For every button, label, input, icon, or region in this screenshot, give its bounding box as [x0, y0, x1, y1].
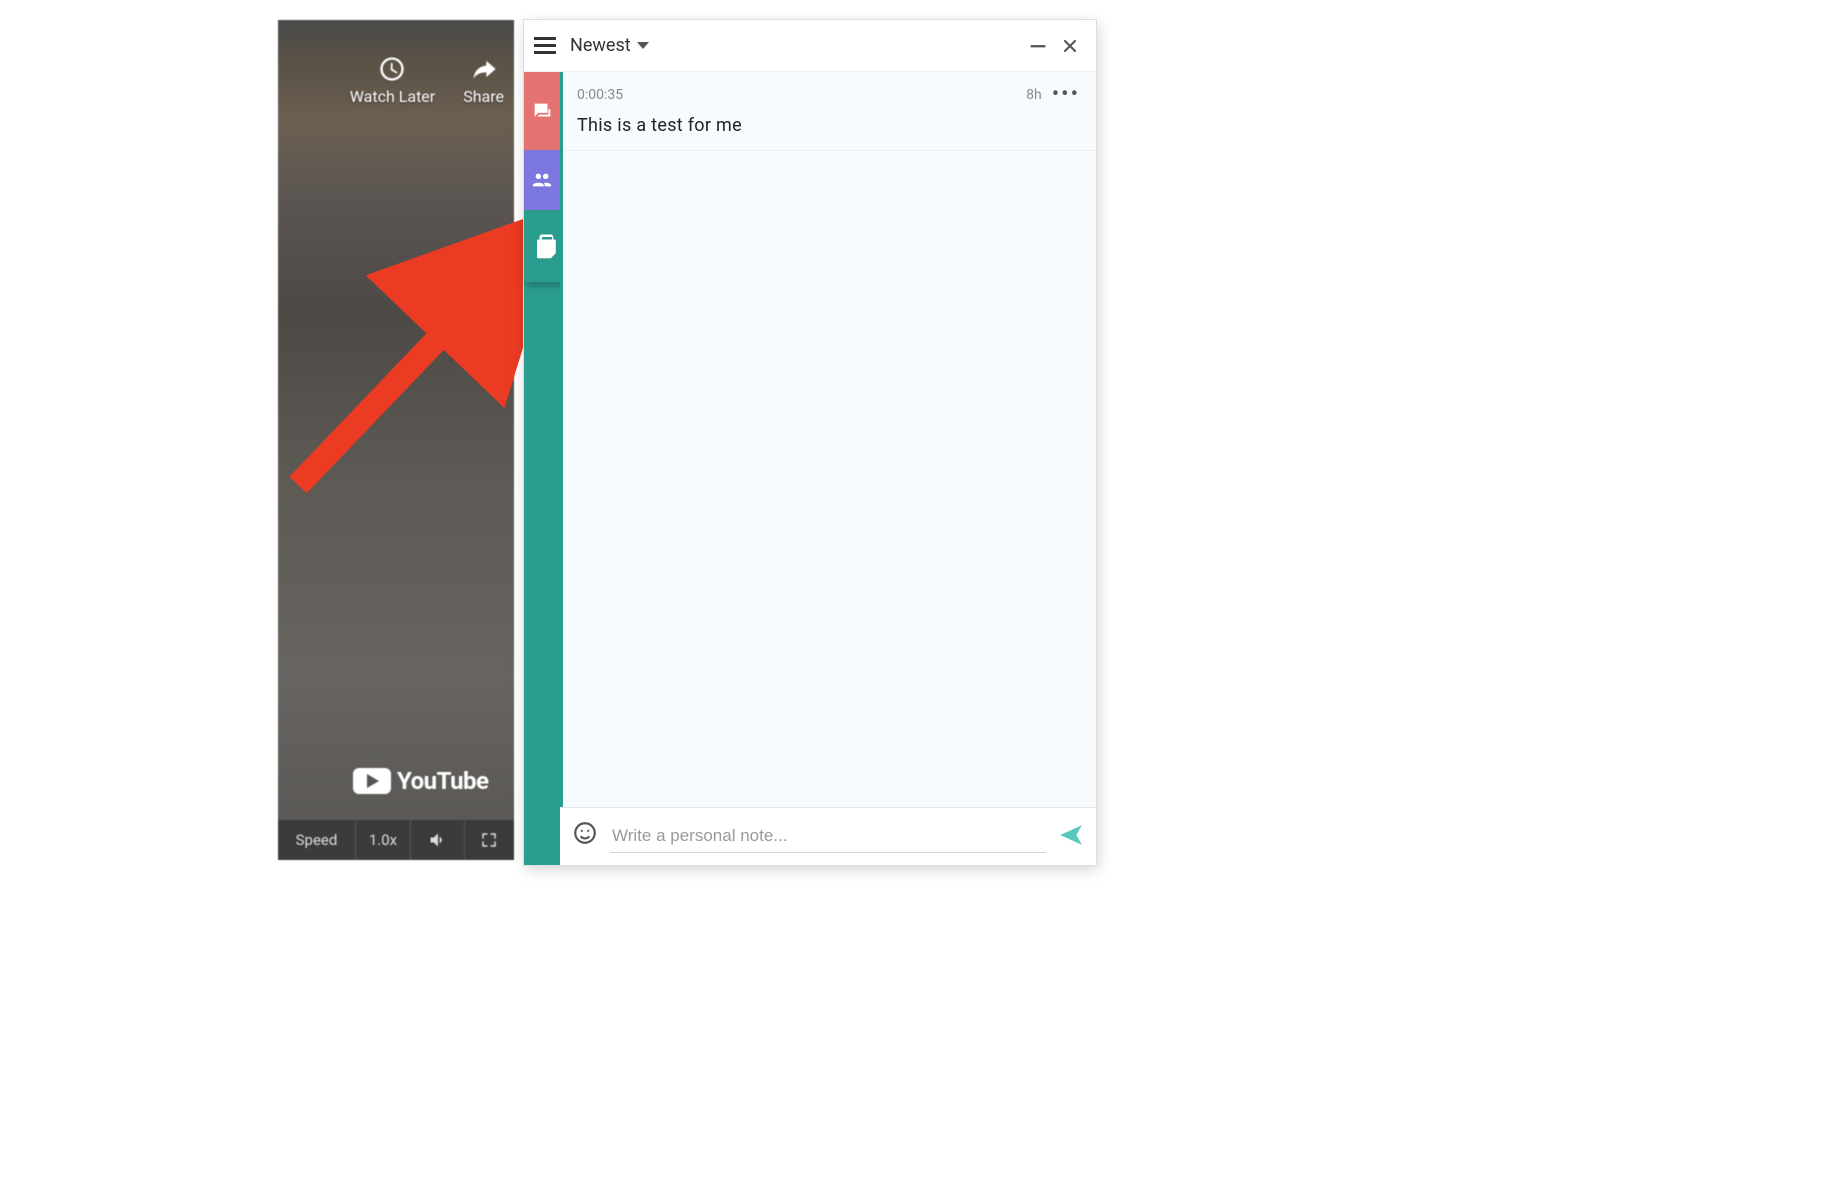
emoji-button[interactable] — [572, 820, 598, 853]
notes-list: 0:00:35 8h ••• This is a test for me — [560, 72, 1096, 807]
note-item[interactable]: 0:00:35 8h ••• This is a test for me — [563, 72, 1096, 151]
menu-button[interactable] — [528, 29, 562, 63]
emoji-icon — [572, 820, 598, 846]
video-bottom-bar: Speed 1.0x — [278, 820, 514, 860]
share-button[interactable]: Share — [463, 55, 504, 106]
tab-personal-notes[interactable] — [524, 210, 560, 865]
tab-group[interactable] — [524, 150, 560, 210]
chat-icon — [531, 100, 553, 122]
share-arrow-icon — [470, 55, 498, 83]
send-button[interactable] — [1058, 822, 1084, 852]
sort-label: Newest — [570, 35, 631, 56]
send-icon — [1058, 822, 1084, 848]
panel-header: Newest — [524, 20, 1096, 72]
clipboard-edit-icon — [532, 232, 562, 262]
speed-label[interactable]: Speed — [278, 820, 356, 860]
close-button[interactable] — [1054, 30, 1086, 62]
group-icon — [531, 169, 553, 191]
close-icon — [1060, 36, 1080, 56]
play-badge-icon — [353, 768, 391, 794]
sort-dropdown[interactable]: Newest — [570, 35, 649, 56]
notes-panel: Newest Personal Notes — [524, 20, 1096, 865]
chevron-down-icon — [637, 42, 649, 49]
note-age: 8h — [1026, 87, 1042, 103]
note-timestamp: 0:00:35 — [577, 87, 623, 103]
speed-value[interactable]: 1.0x — [356, 820, 411, 860]
video-player[interactable]: Watch Later Share YouTube Speed 1.0x — [278, 20, 522, 860]
note-more-button[interactable]: ••• — [1052, 82, 1080, 107]
tab-chat[interactable] — [524, 72, 560, 150]
fullscreen-button[interactable] — [465, 820, 513, 860]
youtube-brand-text: YouTube — [397, 767, 488, 795]
minimize-button[interactable] — [1022, 30, 1054, 62]
minimize-icon — [1027, 35, 1049, 57]
volume-icon — [428, 830, 448, 850]
side-tabs — [524, 72, 560, 865]
watch-later-label: Watch Later — [350, 87, 436, 106]
clock-icon — [378, 55, 406, 83]
hamburger-icon — [534, 37, 556, 40]
note-input[interactable] — [610, 820, 1046, 853]
share-label: Share — [463, 87, 504, 106]
youtube-logo: YouTube — [353, 767, 488, 795]
composer — [560, 807, 1096, 865]
watch-later-button[interactable]: Watch Later — [350, 55, 436, 106]
volume-button[interactable] — [411, 820, 465, 860]
fullscreen-icon — [480, 831, 498, 849]
note-text: This is a test for me — [577, 115, 1080, 136]
